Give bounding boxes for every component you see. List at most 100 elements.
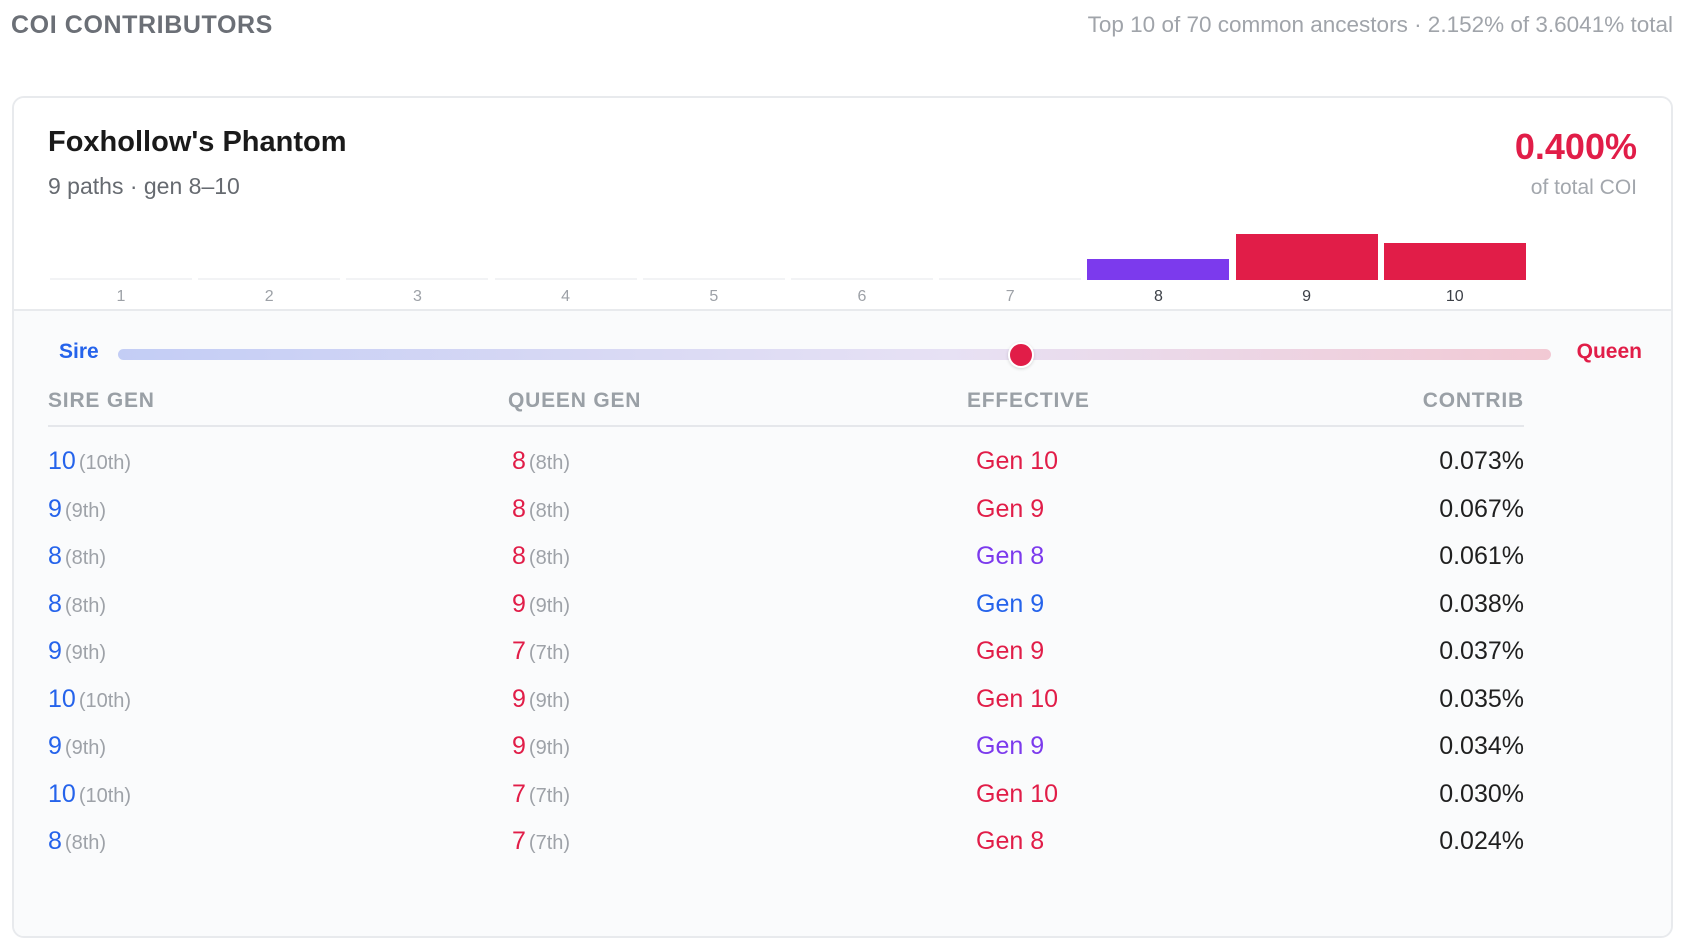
balance-track [118,342,1551,368]
section-title: COI CONTRIBUTORS [11,11,273,39]
generation-column-8: 8 [1087,208,1230,308]
ancestor-name: Foxhollow's Phantom [48,126,347,158]
queen-gen-value: 8 [512,494,526,523]
generation-column-9: 9 [1235,208,1378,308]
effective-gen: Gen 9 [976,494,1045,523]
sire-gen-value: 9 [48,637,62,665]
column-header-sire-gen[interactable]: SIRE GEN [48,389,155,413]
sire-gen-value: 10 [48,447,76,475]
queen-gen-cell: 9 (9th) [512,590,570,619]
contrib-value: 0.035% [1439,684,1524,713]
contrib-value: 0.073% [1439,447,1524,475]
generation-column-5: 5 [642,208,785,308]
column-header-contrib[interactable]: CONTRIB [1423,389,1524,413]
sire-gen-ordinal: (8th) [64,547,107,569]
generation-label: 5 [709,288,719,305]
generation-column-3: 3 [346,208,489,308]
queen-label: Queen [1576,340,1642,363]
table-row[interactable]: 9 (9th) 7 (7th) Gen 9 0.037% [48,625,1524,673]
generation-column-6: 6 [791,208,933,308]
sire-gen-ordinal: (8th) [64,832,107,854]
table-row[interactable]: 10 (10th) 7 (7th) Gen 10 0.030% [48,768,1524,816]
sire-gen-ordinal: (9th) [64,499,107,522]
balance-indicator [1007,342,1034,368]
sire-gen-cell: 8 (8th) [48,827,106,856]
effective-gen: Gen 10 [976,684,1059,713]
sire-queen-balance: Sire Queen [48,331,1642,375]
queen-gen-cell: 7 (7th) [512,780,570,809]
generation-baseline [346,278,489,280]
generation-column-2: 2 [198,208,341,308]
generation-label: 10 [1445,288,1464,305]
ancestor-contribution: 0.400% [1514,126,1637,167]
generation-baseline [198,278,341,280]
queen-gen-ordinal: (8th) [528,452,571,474]
sire-gen-ordinal: (9th) [64,737,107,759]
generation-baseline [939,278,1082,280]
table-row[interactable]: 8 (8th) 8 (8th) Gen 8 0.061% [48,530,1524,578]
table-row[interactable]: 10 (10th) 9 (9th) Gen 10 0.035% [48,673,1524,721]
contrib-value: 0.030% [1439,779,1524,808]
sire-gen-cell: 9 (9th) [48,495,106,524]
sire-gen-value: 9 [48,494,62,523]
queen-gen-ordinal: (9th) [528,737,571,759]
sire-gen-cell: 8 (8th) [48,542,106,571]
table-row[interactable]: 9 (9th) 8 (8th) Gen 9 0.067% [48,483,1524,531]
coi-summary: Top 10 of 70 common ancestors · 2.152% o… [1087,12,1673,37]
paths-table-body: 10 (10th) 8 (8th) Gen 10 0.073% 9 (9th) 8 (8th) Ge… [48,435,1524,863]
ancestor-card[interactable]: Foxhollow's Phantom 9 paths · gen 8–10 0… [12,96,1673,938]
effective-gen: Gen 9 [976,589,1045,618]
ancestor-card-details: Sire Queen SIRE GEN QUEEN GEN EFFECTIVE … [14,311,1671,936]
column-header-effective[interactable]: EFFECTIVE [967,389,1090,413]
generation-label: 7 [1005,288,1015,305]
generation-baseline [642,278,785,280]
table-row[interactable]: 10 (10th) 8 (8th) Gen 10 0.073% [48,435,1524,483]
sire-gen-value: 10 [48,779,76,808]
generation-histogram: 1 2 3 4 5 6 7 8 9 10 [50,208,1650,308]
queen-gen-ordinal: (9th) [528,689,571,712]
sire-gen-value: 9 [48,732,62,760]
sire-gen-value: 8 [48,827,62,855]
generation-baseline [50,278,192,280]
ancestor-paths-meta: 9 paths · gen 8–10 [48,173,240,199]
generation-label: 3 [412,288,422,305]
generation-label: 8 [1153,288,1163,305]
contrib-value: 0.024% [1439,827,1524,855]
queen-gen-cell: 7 (7th) [512,827,570,856]
queen-gen-ordinal: (8th) [528,499,571,522]
sire-gen-ordinal: (8th) [64,594,107,617]
generation-bar-8[interactable] [1087,259,1230,280]
table-row[interactable]: 8 (8th) 9 (9th) Gen 9 0.038% [48,578,1524,626]
effective-gen: Gen 10 [976,779,1059,808]
column-header-queen-gen[interactable]: QUEEN GEN [508,389,641,413]
queen-gen-value: 7 [512,779,526,808]
paths-table: SIRE GEN QUEEN GEN EFFECTIVE CONTRIB 10(… [48,385,1524,863]
queen-gen-value: 7 [512,827,526,855]
generation-label: 1 [116,288,126,305]
queen-gen-value: 9 [512,732,526,760]
generation-bar-9[interactable] [1235,234,1378,280]
queen-gen-value: 8 [512,542,526,570]
effective-gen: Gen 8 [976,827,1045,855]
sire-gen-ordinal: (9th) [64,642,107,664]
sire-gen-ordinal: (10th) [78,689,132,712]
table-row[interactable]: 9 (9th) 9 (9th) Gen 9 0.034% [48,720,1524,768]
generation-column-1: 1 [50,208,192,308]
table-row[interactable]: 8 (8th) 7 (7th) Gen 8 0.024% [48,815,1524,863]
queen-gen-cell: 8 (8th) [512,542,570,571]
sire-gen-value: 10 [48,684,76,713]
generation-column-7: 7 [939,208,1082,308]
effective-gen: Gen 9 [976,732,1045,760]
generation-baseline [494,278,637,280]
generation-bar-10[interactable] [1383,243,1526,280]
contrib-value: 0.067% [1439,494,1524,523]
contribution-label: of total COI [1530,176,1637,199]
queen-gen-cell: 8 (8th) [512,495,570,524]
sire-gen-ordinal: (10th) [78,784,132,807]
generation-column-10: 10 [1383,208,1526,308]
effective-gen: Gen 9 [976,637,1045,665]
generation-column-4: 4 [494,208,637,308]
paths-table-header: SIRE GEN QUEEN GEN EFFECTIVE CONTRIB [48,385,1524,427]
queen-gen-value: 8 [512,447,526,475]
page-header: COI CONTRIBUTORS Top 10 of 70 common anc… [11,8,1673,44]
